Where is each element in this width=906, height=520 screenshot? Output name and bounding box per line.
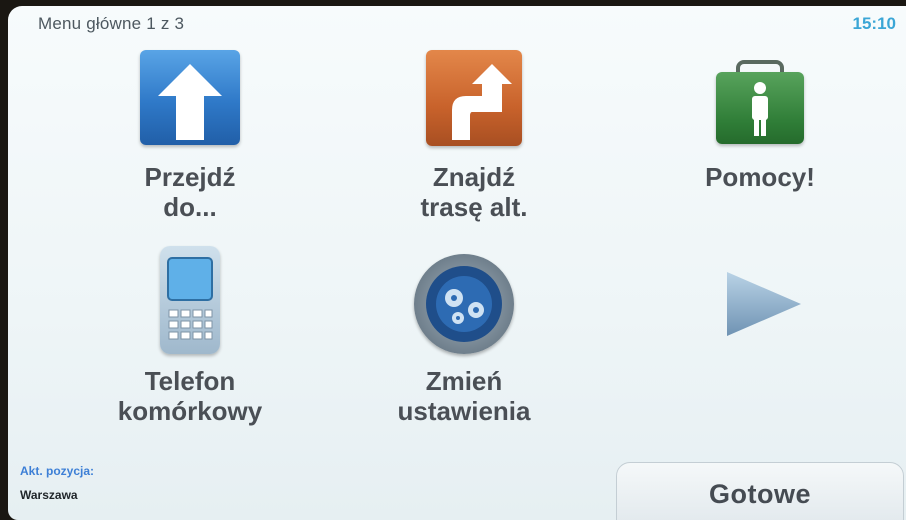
settings-icon — [414, 254, 514, 354]
current-position: Akt. pozycja: Warszawa — [20, 464, 94, 502]
help-button[interactable]: Pomocy! — [650, 50, 870, 250]
alternative-route-icon — [426, 50, 522, 146]
mobile-phone-button[interactable]: Telefon komórkowy — [80, 246, 300, 446]
help-label: Pomocy! — [705, 162, 815, 192]
next-page-arrow-icon — [727, 272, 801, 336]
current-position-label: Akt. pozycja: — [20, 464, 95, 478]
device-screen: Menu główne 1 z 3 15:10 Przejdź do... Zn… — [8, 6, 906, 520]
current-position-value: Warszawa — [20, 488, 78, 502]
go-to-arrow-icon — [140, 50, 240, 145]
mobile-phone-label: Telefon komórkowy — [117, 366, 263, 426]
find-alternative-route-button[interactable]: Znajdź trasę alt. — [364, 50, 584, 250]
next-page-button[interactable] — [723, 268, 803, 340]
go-to-button[interactable]: Przejdź do... — [80, 50, 300, 250]
find-alternative-route-label: Znajdź trasę alt. — [420, 162, 528, 222]
first-aid-kit-icon — [716, 72, 804, 144]
page-title: Menu główne 1 z 3 — [38, 14, 185, 33]
mobile-phone-icon — [160, 246, 220, 354]
top-bar: Menu główne 1 z 3 15:10 — [8, 6, 906, 36]
done-button[interactable]: Gotowe — [616, 462, 904, 520]
clock: 15:10 — [852, 14, 896, 33]
change-settings-label: Zmień ustawienia — [397, 366, 531, 426]
go-to-label: Przejdź do... — [144, 162, 236, 222]
change-settings-button[interactable]: Zmień ustawienia — [354, 246, 574, 446]
